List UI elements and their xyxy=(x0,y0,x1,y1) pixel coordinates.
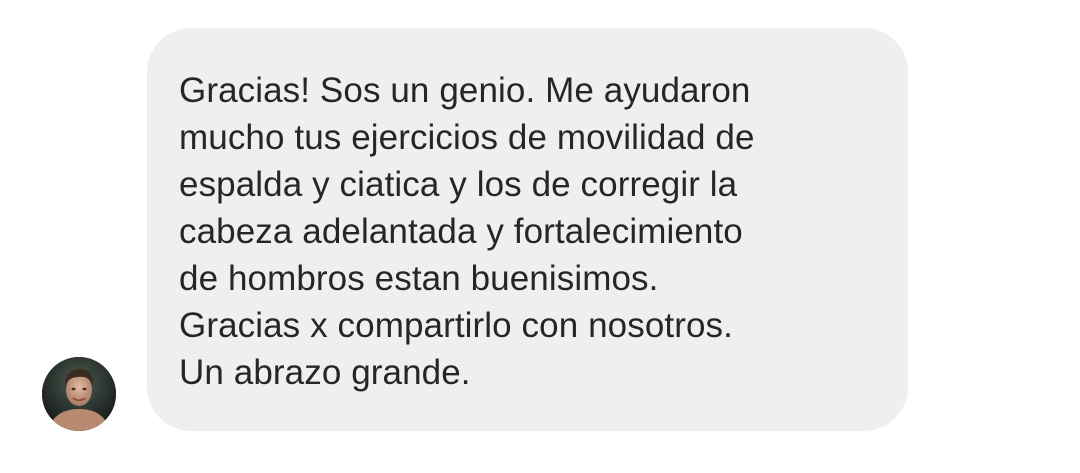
message-row: Gracias! Sos un genio. Me ayudaron mucho… xyxy=(0,0,1080,473)
avatar-photo-icon xyxy=(42,357,116,431)
message-text-line: Un abrazo grande. xyxy=(179,353,471,392)
message-bubble[interactable]: Gracias! Sos un genio. Me ayudaron mucho… xyxy=(147,28,908,431)
message-text-line: Gracias! Sos un genio. Me ayudaron xyxy=(179,71,751,110)
message-text-line: mucho tus ejercicios de movilidad de xyxy=(179,118,755,157)
message-text-line: Gracias x compartirlo con nosotros. xyxy=(179,306,733,345)
message-text-line: espalda y ciatica y los de corregir la xyxy=(179,165,738,204)
sender-avatar[interactable] xyxy=(42,357,116,431)
message-text-line: cabeza adelantada y fortalecimiento xyxy=(179,212,743,251)
message-text-line: de hombros estan buenisimos. xyxy=(179,259,659,298)
